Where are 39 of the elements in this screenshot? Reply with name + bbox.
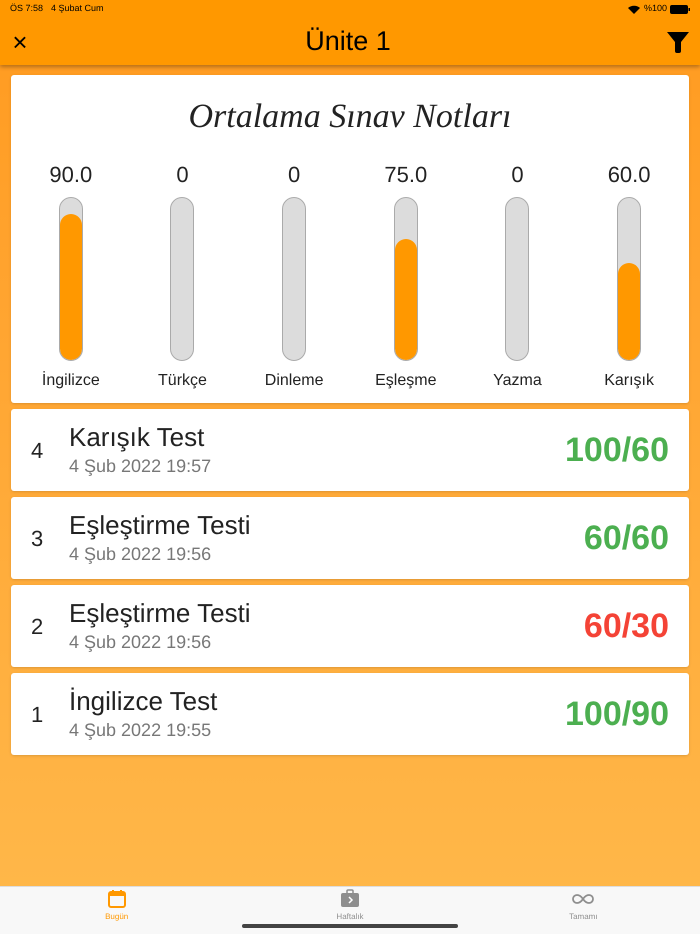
subject-label: Karışık <box>604 371 654 391</box>
wifi-icon <box>628 4 640 14</box>
test-number: 4 <box>31 436 44 464</box>
test-score: 60/30 <box>584 606 669 646</box>
status-time: ÖS 7:58 <box>10 2 44 16</box>
test-date: 4 Şub 2022 19:55 <box>69 718 212 742</box>
page-title: Ünite 1 <box>304 25 392 58</box>
status-date: 4 Şubat Cum <box>51 2 104 16</box>
average-value: 75.0 <box>384 161 428 189</box>
test-number: 3 <box>31 524 44 552</box>
test-date: 4 Şub 2022 19:57 <box>69 454 212 478</box>
battery-icon <box>670 4 690 14</box>
briefcase-icon <box>340 889 360 909</box>
average-value: 90.0 <box>49 161 92 189</box>
test-name: Karışık Test <box>69 420 206 452</box>
subject-label: Türkçe <box>158 371 207 391</box>
average-value: 60.0 <box>608 161 651 189</box>
battery-percent: %100 <box>644 2 667 16</box>
average-value: 0 <box>288 161 300 189</box>
test-score: 100/60 <box>565 430 669 470</box>
subject-label: Yazma <box>493 371 542 391</box>
filter-icon[interactable] <box>666 30 690 54</box>
average-value: 0 <box>511 161 524 189</box>
test-name: İngilizce Test <box>69 684 218 716</box>
test-number: 1 <box>31 700 44 728</box>
subject-label: Dinleme <box>264 371 324 391</box>
calendar-icon <box>106 889 127 909</box>
test-score: 100/90 <box>565 694 669 734</box>
average-value: 0 <box>176 161 189 189</box>
test-score: 60/60 <box>584 518 669 558</box>
close-button[interactable]: × <box>10 28 30 54</box>
test-date: 4 Şub 2022 19:56 <box>69 542 212 566</box>
subject-label: Eşleşme <box>375 371 436 391</box>
test-date: 4 Şub 2022 19:56 <box>69 630 212 654</box>
test-name: Eşleştirme Testi <box>69 596 252 628</box>
card-title: Ortalama Sınav Notları <box>188 97 512 137</box>
test-number: 2 <box>31 612 44 640</box>
test-name: Eşleştirme Testi <box>69 508 252 540</box>
subject-label: İngilizce <box>42 370 100 391</box>
